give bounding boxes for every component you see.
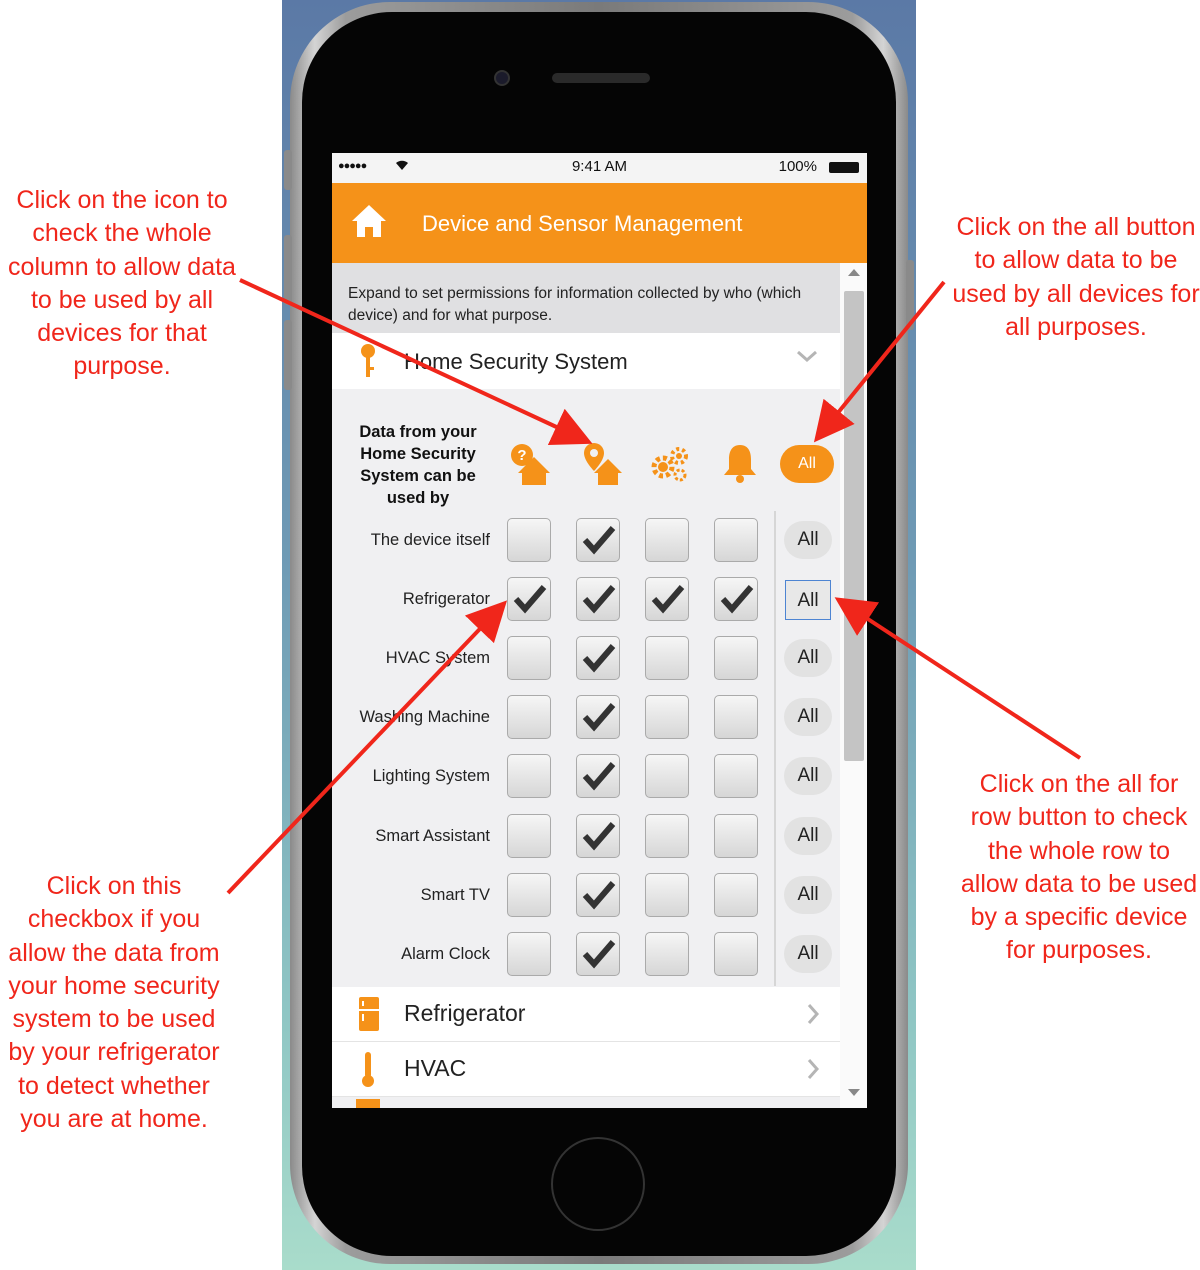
arrow-to-all-button — [813, 280, 946, 443]
arrow-to-column-icon — [239, 278, 593, 446]
arrow-to-row-all-button — [834, 597, 1082, 760]
annotation-arrows — [226, 278, 1082, 895]
arrow-to-checkbox — [226, 600, 508, 895]
